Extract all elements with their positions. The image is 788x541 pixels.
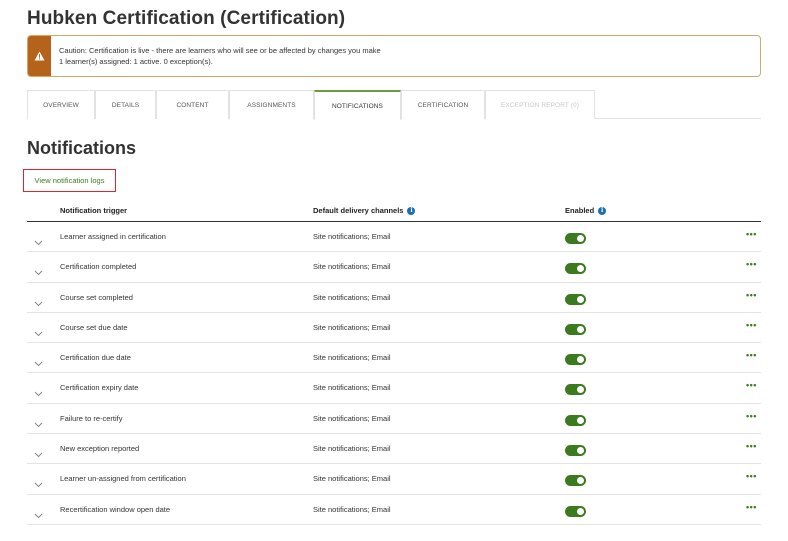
chevron-down-icon[interactable] <box>34 475 43 493</box>
toggle-knob <box>577 325 584 333</box>
info-icon[interactable]: i <box>598 206 607 215</box>
notifications-heading: Notifications <box>27 138 137 158</box>
alert-assignment-summary: 1 learner(s) assigned: 1 active. 0 excep… <box>59 57 213 66</box>
column-header-enabled: Enabled i <box>565 206 607 215</box>
delivery-channels: Site notifications; Email <box>313 474 391 484</box>
column-header-enabled-label: Enabled <box>565 206 595 215</box>
toggle-knob <box>577 477 584 485</box>
more-actions-icon[interactable]: ••• <box>746 471 757 481</box>
notification-trigger: Recertification window open date <box>60 504 171 514</box>
table-row: Certification completed Site notification… <box>27 252 761 283</box>
table-row: Course set completed Site notifications; … <box>27 283 761 313</box>
table-body: Learner assigned in certification Site no… <box>27 222 761 525</box>
view-notification-logs-link[interactable]: View notification logs <box>23 169 116 192</box>
chevron-down-icon[interactable] <box>34 415 43 433</box>
info-icon[interactable]: i <box>407 206 416 215</box>
chevron-down-icon[interactable] <box>34 294 43 312</box>
enabled-toggle[interactable] <box>565 505 586 517</box>
column-header-trigger: Notification trigger <box>60 206 127 215</box>
enabled-toggle[interactable] <box>565 445 586 457</box>
delivery-channels: Site notifications; Email <box>313 322 391 332</box>
delivery-channels: Site notifications; Email <box>313 444 391 454</box>
delivery-channels: Site notifications; Email <box>313 262 391 272</box>
table-row: Certification due date Site notifications… <box>27 343 761 374</box>
toggle-knob <box>577 235 584 242</box>
toggle-knob <box>577 447 584 455</box>
table-row: Failure to re-certify Site notifications;… <box>27 404 761 435</box>
delivery-channels: Site notifications; Email <box>313 292 391 302</box>
notification-trigger: Certification expiry date <box>60 383 139 393</box>
notification-trigger: Certification due date <box>60 353 131 363</box>
alert-message: Caution: Certification is live - there a… <box>59 46 381 55</box>
table-row: Course set due date Site notifications; E… <box>27 313 761 344</box>
column-header-channels-label: Default delivery channels <box>313 206 404 215</box>
notification-trigger: Learner assigned in certification <box>60 232 166 241</box>
delivery-channels: Site notifications; Email <box>313 353 391 363</box>
chevron-down-icon[interactable] <box>34 324 43 342</box>
delivery-channels: Site notifications; Email <box>313 383 391 393</box>
table-row: Learner assigned in certification Site no… <box>27 222 761 253</box>
notification-trigger: Course set due date <box>60 322 128 332</box>
warning-icon <box>34 51 45 61</box>
tab-content[interactable]: CONTENT <box>156 90 229 119</box>
enabled-toggle[interactable] <box>565 384 586 396</box>
page-title: Hubken Certification (Certification) <box>27 8 346 29</box>
toggle-knob <box>577 356 584 364</box>
more-actions-icon[interactable]: ••• <box>746 229 757 239</box>
tab-assignments[interactable]: ASSIGNMENTS <box>229 90 314 119</box>
delivery-channels: Site notifications; Email <box>313 504 391 514</box>
tab-overview[interactable]: OVERVIEW <box>27 90 95 119</box>
more-actions-icon[interactable]: ••• <box>746 290 757 300</box>
tab-details[interactable]: DETAILS <box>95 90 156 119</box>
notification-trigger: New exception reported <box>60 444 140 454</box>
toggle-knob <box>577 265 584 273</box>
chevron-down-icon[interactable] <box>34 354 43 372</box>
enabled-toggle[interactable] <box>565 414 586 426</box>
more-actions-icon[interactable]: ••• <box>746 259 757 269</box>
more-actions-icon[interactable]: ••• <box>746 320 757 330</box>
toggle-knob <box>577 295 584 303</box>
column-header-channels: Default delivery channels i <box>313 206 416 215</box>
notifications-table: Notification trigger Default delivery ch… <box>27 200 761 525</box>
column-header-trigger-label: Notification trigger <box>60 206 128 215</box>
tab-exception-report: EXCEPTION REPORT (0) <box>485 90 595 119</box>
more-actions-icon[interactable]: ••• <box>746 380 757 390</box>
chevron-down-icon[interactable] <box>34 506 43 524</box>
chevron-down-icon[interactable] <box>34 263 43 281</box>
enabled-toggle[interactable] <box>565 263 586 275</box>
tab-bar: OVERVIEW DETAILS CONTENT ASSIGNMENTS NOT… <box>27 90 761 120</box>
alert-icon-bar <box>28 36 51 76</box>
toggle-knob <box>577 386 584 394</box>
delivery-channels: Site notifications; Email <box>313 413 391 423</box>
more-actions-icon[interactable]: ••• <box>746 441 757 451</box>
table-header: Notification trigger Default delivery ch… <box>27 200 761 222</box>
table-row: Certification expiry date Site notificati… <box>27 373 761 404</box>
table-row: Learner un-assigned from certification Si… <box>27 464 761 495</box>
enabled-toggle[interactable] <box>565 233 586 244</box>
enabled-toggle[interactable] <box>565 323 586 335</box>
more-actions-icon[interactable]: ••• <box>746 350 757 360</box>
notification-trigger: Failure to re-certify <box>60 413 123 423</box>
enabled-toggle[interactable] <box>565 354 586 366</box>
enabled-toggle[interactable] <box>565 293 586 305</box>
chevron-down-icon[interactable] <box>34 233 43 251</box>
more-actions-icon[interactable]: ••• <box>746 411 757 421</box>
enabled-toggle[interactable] <box>565 475 586 487</box>
table-row: New exception reported Site notifications… <box>27 434 761 465</box>
notification-trigger: Certification completed <box>60 262 137 272</box>
notification-trigger: Learner un-assigned from certification <box>60 474 186 484</box>
delivery-channels: Site notifications; Email <box>313 232 391 241</box>
notification-trigger: Course set completed <box>60 292 133 302</box>
live-warning-alert: Caution: Certification is live - there a… <box>27 35 761 77</box>
table-row: Recertification window open date Site not… <box>27 495 761 525</box>
more-actions-icon[interactable]: ••• <box>746 502 757 512</box>
tab-notifications[interactable]: NOTIFICATIONS <box>314 90 401 120</box>
chevron-down-icon[interactable] <box>34 384 43 402</box>
chevron-down-icon[interactable] <box>34 445 43 463</box>
tab-certification[interactable]: CERTIFICATION <box>401 90 485 119</box>
toggle-knob <box>577 507 584 515</box>
toggle-knob <box>577 416 584 424</box>
